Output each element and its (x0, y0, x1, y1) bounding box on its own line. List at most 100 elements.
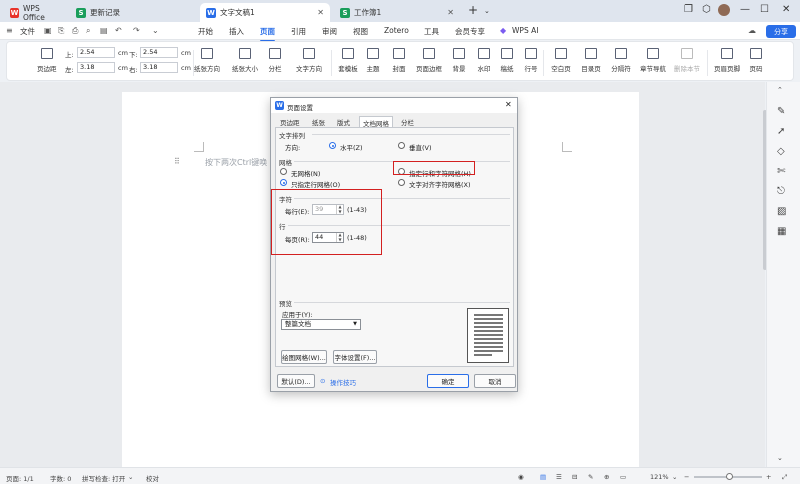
watermark-button[interactable]: 水印 (470, 48, 498, 73)
tab-wps-office[interactable]: W WPS Office (4, 3, 66, 22)
select-icon[interactable]: ➚ (777, 126, 785, 137)
apply-to-select[interactable]: 整篇文档 ▼ (281, 319, 361, 330)
maximize-icon[interactable]: ☐ (760, 4, 769, 15)
tab-workbook-1[interactable]: S 工作簿1 ✕ (334, 3, 460, 22)
cover-button[interactable]: 封面 (385, 48, 413, 73)
menu-membership[interactable]: 会员专享 (455, 26, 485, 37)
new-tab-button[interactable]: + (468, 3, 478, 17)
orientation-button[interactable]: 纸张方向 (187, 48, 227, 73)
delete-section-button[interactable]: 删除本节 (669, 48, 705, 73)
default-button[interactable]: 默认(D)... (277, 374, 315, 388)
menu-page[interactable]: 页面 (260, 26, 275, 42)
print-icon[interactable]: ⎙ (72, 26, 78, 36)
drag-handle-icon[interactable]: ⠿ (174, 157, 180, 166)
page-count[interactable]: 页面: 1/1 (6, 473, 34, 483)
chevron-down-icon[interactable]: ⌄ (777, 454, 783, 462)
shape-icon[interactable]: ◇ (777, 146, 785, 157)
tips-link[interactable]: 操作技巧 (330, 377, 356, 387)
fullscreen-icon[interactable]: ⤢ (782, 473, 787, 482)
separator-button[interactable]: 分隔符 (605, 48, 637, 73)
menu-home[interactable]: 开始 (198, 26, 213, 37)
page-border-button[interactable]: 页面边框 (411, 48, 447, 73)
radio-snap-chars[interactable] (398, 179, 405, 186)
manuscript-paper-button[interactable]: 稿纸 (495, 48, 519, 73)
tab-paper[interactable]: 纸张 (309, 116, 328, 127)
menu-view[interactable]: 视图 (353, 26, 368, 37)
close-icon[interactable]: ✕ (505, 100, 512, 109)
save-icon[interactable]: ▣ (44, 26, 52, 35)
cube-icon[interactable]: ⬡ (702, 4, 711, 15)
spell-check-toggle[interactable]: 拼写检查: 打开 (82, 473, 125, 483)
close-icon[interactable]: ✕ (447, 8, 454, 17)
tab-layout[interactable]: 版式 (334, 116, 353, 127)
table-icon[interactable]: ▦ (777, 226, 786, 237)
chevron-up-icon[interactable]: ⌃ (777, 86, 783, 94)
redo-icon[interactable]: ↷ (133, 26, 140, 35)
cloud-icon[interactable]: ☁ (748, 26, 756, 35)
zoom-out-icon[interactable]: − (684, 473, 689, 481)
avatar[interactable] (718, 4, 730, 16)
font-settings-button[interactable]: 字体设置(F)... (333, 350, 377, 364)
cancel-button[interactable]: 取消 (474, 374, 516, 388)
close-window-icon[interactable]: ✕ (782, 4, 790, 15)
blank-page-button[interactable]: 空白页 (545, 48, 577, 73)
tab-columns[interactable]: 分栏 (398, 116, 417, 127)
right-margin-input[interactable]: 3.18 (140, 62, 178, 73)
share-button[interactable]: 分享 (766, 25, 796, 38)
page-view-icon[interactable]: ▤ (540, 473, 546, 481)
menu-file[interactable]: 文件 (20, 26, 35, 37)
radio-no-grid[interactable] (280, 168, 287, 175)
tab-update-log[interactable]: S 更新记录 (70, 3, 190, 22)
page-number-button[interactable]: 页码 (741, 48, 771, 73)
menu-wps-ai[interactable]: WPS AI (512, 26, 538, 35)
zoom-slider-thumb[interactable] (726, 473, 733, 480)
radio-horizontal[interactable] (329, 142, 336, 149)
share-icon[interactable]: ⎋ (777, 186, 785, 197)
menu-insert[interactable]: 插入 (229, 26, 244, 37)
write-mode-icon[interactable]: ✎ (588, 473, 593, 481)
word-count[interactable]: 字数: 0 (50, 473, 71, 483)
line-numbers-button[interactable]: 行号 (517, 48, 545, 73)
paper-size-button[interactable]: 纸张大小 (225, 48, 265, 73)
toc-page-button[interactable]: 目录页 (575, 48, 607, 73)
chevron-down-icon[interactable]: ⌄ (672, 473, 677, 481)
chevron-down-icon[interactable]: ⌄ (128, 473, 133, 481)
eye-icon[interactable]: ◉ (518, 473, 524, 481)
tab-margins[interactable]: 页边距 (277, 116, 303, 127)
bottom-margin-input[interactable]: 2.54 (140, 47, 178, 58)
radio-vertical[interactable] (398, 142, 405, 149)
draw-grid-button[interactable]: 绘图网格(W)... (281, 350, 327, 364)
outline-view-icon[interactable]: ☰ (556, 473, 562, 481)
web-view-icon[interactable]: ⊟ (572, 473, 577, 481)
read-mode-icon[interactable]: ▭ (620, 473, 626, 481)
proofread-button[interactable]: 校对 (146, 473, 159, 483)
ok-button[interactable]: 确定 (427, 374, 469, 388)
radio-lines-only[interactable] (280, 179, 287, 186)
tab-document-1[interactable]: W 文字文稿1 ✕ (200, 3, 330, 22)
chevron-down-icon[interactable]: ⌄ (484, 7, 490, 15)
top-margin-input[interactable]: 2.54 (77, 47, 115, 58)
minimize-icon[interactable]: — (740, 4, 750, 15)
tab-doc-grid[interactable]: 文档网格 (359, 116, 393, 128)
tools-icon[interactable]: ✄ (777, 166, 785, 177)
columns-button[interactable]: 分栏 (261, 48, 289, 73)
export-icon[interactable]: ⎘ (58, 26, 64, 36)
chevron-down-icon[interactable]: ⌄ (152, 26, 159, 35)
header-footer-button[interactable]: 页眉页脚 (709, 48, 745, 73)
theme-button[interactable]: 主题 (359, 48, 387, 73)
window-list-icon[interactable]: ❐ (684, 4, 693, 15)
tips-icon[interactable]: ⊙ (320, 377, 325, 385)
hamburger-icon[interactable]: ≡ (6, 26, 13, 35)
left-margin-input[interactable]: 3.18 (77, 62, 115, 73)
close-icon[interactable]: ✕ (317, 8, 324, 17)
menu-tools[interactable]: 工具 (424, 26, 439, 37)
format-painter-icon[interactable]: ▤ (100, 26, 108, 35)
margins-button[interactable]: 页边距 (37, 48, 57, 73)
zoom-in-icon[interactable]: + (766, 473, 771, 481)
preview-icon[interactable]: ⌕ (86, 26, 90, 36)
section-nav-button[interactable]: 章节导航 (635, 48, 671, 73)
menu-review[interactable]: 审阅 (322, 26, 337, 37)
zoom-level[interactable]: 121% (650, 473, 669, 481)
globe-icon[interactable]: ⊕ (604, 473, 609, 481)
menu-references[interactable]: 引用 (291, 26, 306, 37)
